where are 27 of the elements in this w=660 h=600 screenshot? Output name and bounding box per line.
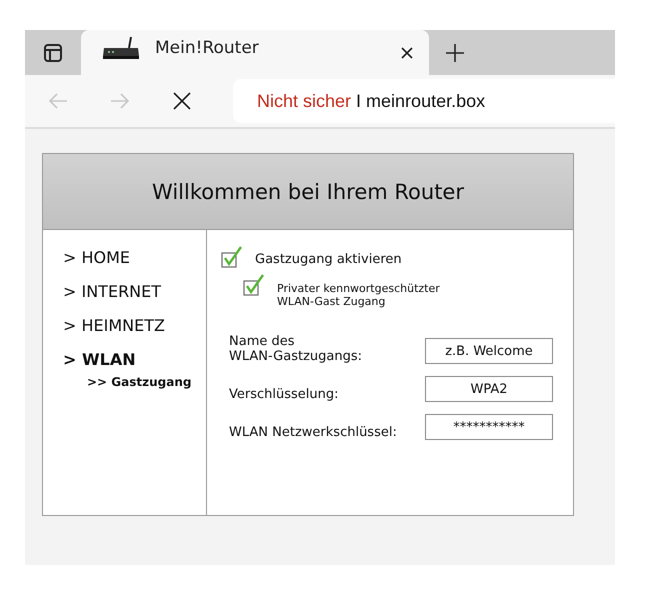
field-label: Verschlüsselung: xyxy=(229,387,340,402)
nav-link[interactable]: > INTERNET xyxy=(63,282,162,316)
url-text: meinrouter.box xyxy=(366,90,486,112)
nav-link[interactable]: > HEIMNETZ xyxy=(63,316,165,350)
input-field[interactable]: WPA2 xyxy=(425,376,553,402)
address-bar[interactable]: Nicht sicher I meinrouter.box xyxy=(233,79,615,123)
input-field[interactable]: *********** xyxy=(425,414,553,440)
tab-title: Mein!Router xyxy=(155,38,260,58)
checkbox[interactable] xyxy=(221,246,243,268)
router-icon xyxy=(101,36,141,62)
new-tab-icon[interactable] xyxy=(445,43,465,63)
field-label: Name des WLAN-Gastzugangs: xyxy=(229,334,364,364)
browser-tab[interactable]: Mein!Router xyxy=(81,30,429,75)
close-icon[interactable] xyxy=(401,46,413,58)
checkbox-label: Privater kennwortgeschützter WLAN-Gast Zugang xyxy=(277,281,440,308)
checkbox[interactable] xyxy=(243,274,265,296)
field-label: WLAN Netzwerkschlüssel: xyxy=(229,425,398,440)
page-title: Willkommen bei Ihrem Router xyxy=(43,154,573,230)
tabs-icon[interactable] xyxy=(43,42,63,62)
nav-link[interactable]: > HOME xyxy=(63,248,130,282)
security-warning[interactable]: Nicht sicher xyxy=(257,90,352,112)
input-field[interactable]: z.B. Welcome xyxy=(425,338,553,364)
nav-link[interactable]: > WLAN xyxy=(63,350,136,370)
address-separator: I xyxy=(356,90,362,112)
nav-link[interactable]: >> Gastzugang xyxy=(63,372,192,392)
stop-icon[interactable] xyxy=(171,90,193,112)
checkbox-label: Gastzugang aktivieren xyxy=(255,251,402,267)
